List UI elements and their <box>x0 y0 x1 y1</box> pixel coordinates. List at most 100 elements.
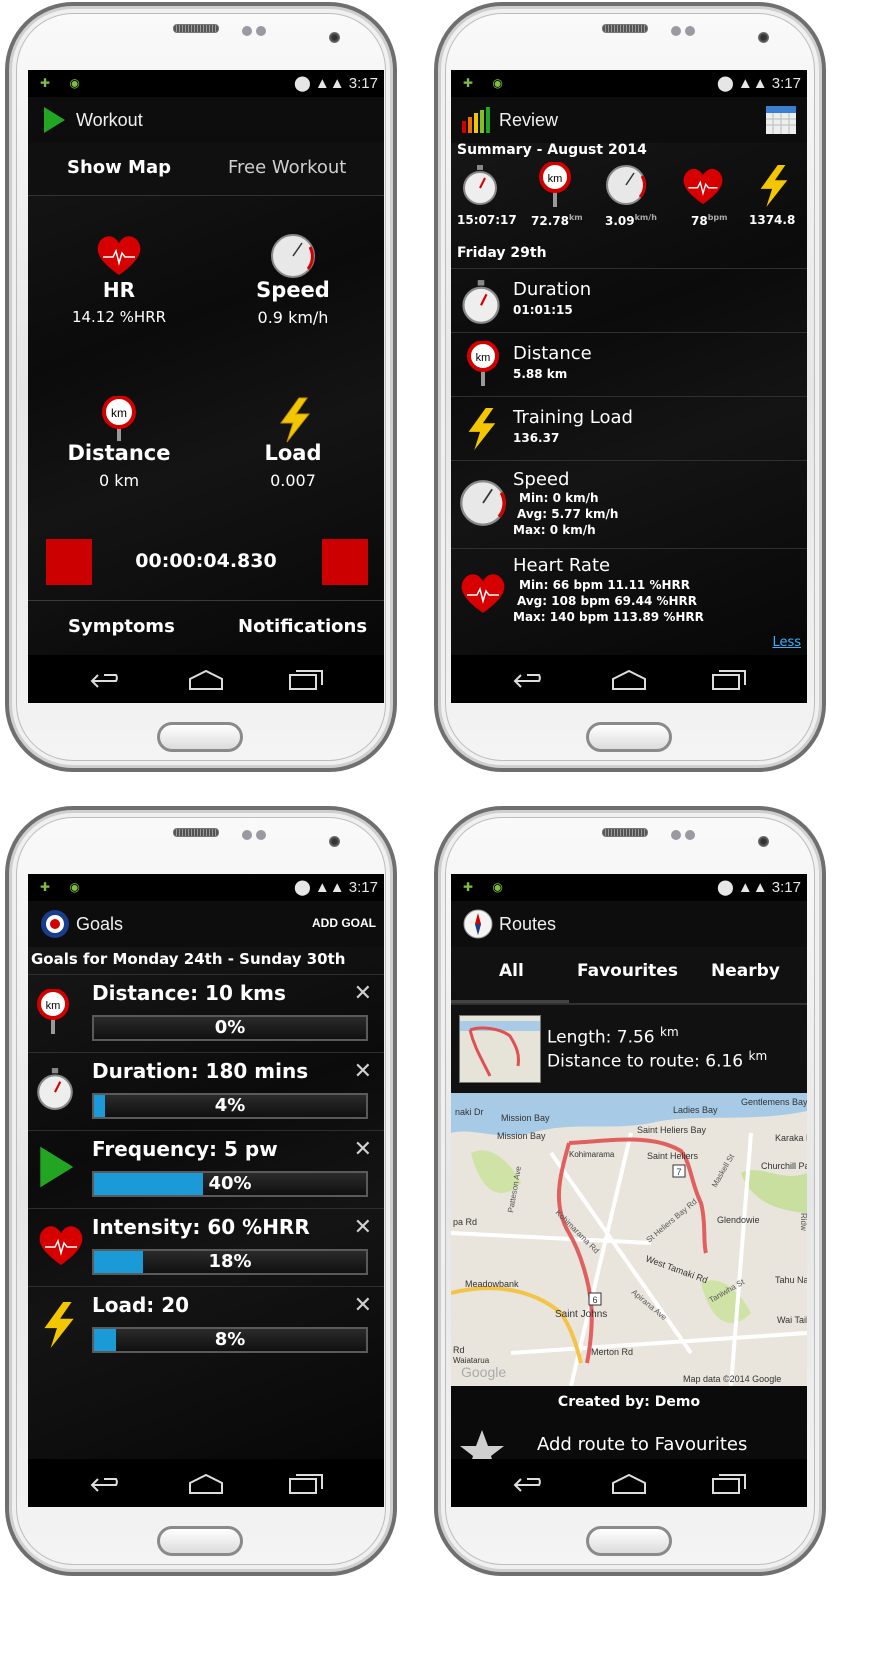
duration-label: Duration <box>513 279 592 300</box>
status-clock: ⬤ ▲▲ 3:17 <box>294 878 378 896</box>
duration-value: 01:01:15 <box>513 303 573 317</box>
calendar-icon[interactable] <box>765 105 797 135</box>
goal-progress-bar: 18% <box>92 1249 368 1275</box>
show-map-button[interactable]: Show Map <box>67 157 171 178</box>
home-icon[interactable] <box>188 1473 224 1495</box>
training-load-label: Training Load <box>513 407 633 428</box>
map-label: Wai Taiki <box>777 1315 807 1325</box>
summary-hr-value: 78 <box>691 214 708 228</box>
summary-speed-unit: km/h <box>634 213 657 222</box>
back-arrow-icon[interactable] <box>90 669 126 691</box>
goal-percent: 4% <box>214 1095 246 1116</box>
map-label: Meadowbank <box>465 1279 519 1289</box>
remove-goal-icon[interactable]: ✕ <box>354 1293 372 1318</box>
goal-percent: 18% <box>208 1251 252 1272</box>
nav-bar <box>451 1459 807 1507</box>
recent-apps-icon[interactable] <box>288 669 324 691</box>
route-length-value: Length: 7.56 <box>547 1027 655 1048</box>
training-load-value: 136.37 <box>513 431 560 445</box>
free-workout-selector[interactable]: Free Workout <box>228 157 346 178</box>
tab-favourites[interactable]: Favourites <box>577 961 678 981</box>
sensor <box>256 26 266 36</box>
heart-icon <box>683 168 723 205</box>
stop-button-right[interactable] <box>322 539 368 585</box>
hr-label: HR <box>102 278 136 302</box>
goal-row: Intensity: 60 %HRR ✕ 18% <box>28 1208 384 1287</box>
map-label: Saint Johns <box>555 1309 607 1320</box>
screen: ✚ ◉ ⬤ ▲▲ 3:17 Routes All Favourites Near… <box>451 874 807 1507</box>
remove-goal-icon[interactable]: ✕ <box>354 1215 372 1240</box>
clock: 3:17 <box>771 879 801 896</box>
divider <box>28 600 384 601</box>
add-goal-button[interactable]: ADD GOAL <box>312 916 376 930</box>
speaker-grille <box>173 24 219 33</box>
play-icon <box>36 1145 76 1193</box>
notifications-button[interactable]: Notifications <box>238 616 367 637</box>
workout-timer: 00:00:04.830 <box>135 550 277 572</box>
remove-goal-icon[interactable]: ✕ <box>354 1137 372 1162</box>
page-title: Routes <box>499 914 557 934</box>
tab-indicator <box>451 1000 569 1003</box>
back-arrow-icon[interactable] <box>90 1473 126 1495</box>
heart-icon <box>461 574 505 613</box>
wifi-signal-icon: ▲▲ <box>314 75 345 92</box>
speed-min: Min: 0 km/h <box>519 491 599 505</box>
home-icon[interactable] <box>188 669 224 691</box>
front-camera <box>329 32 340 43</box>
goal-progress-bar: 4% <box>92 1093 368 1119</box>
sensor <box>671 26 681 36</box>
hardware-home-button[interactable] <box>157 722 243 752</box>
recent-apps-icon[interactable] <box>288 1473 324 1495</box>
remove-goal-icon[interactable]: ✕ <box>354 1059 372 1084</box>
location-icon: ⬤ <box>716 75 734 92</box>
hr-max: Max: 140 bpm 113.89 %HRR <box>513 610 704 624</box>
back-arrow-icon[interactable] <box>513 669 549 691</box>
map-label: Glendowie <box>717 1215 760 1225</box>
speedometer-icon <box>271 234 315 278</box>
star-icon[interactable] <box>459 1428 505 1462</box>
status-bar: ✚ ◉ ⬤ ▲▲ 3:17 <box>451 874 807 901</box>
map-label: Karaka B <box>775 1133 807 1143</box>
summary-distance: 72.78km <box>531 213 583 228</box>
recent-apps-icon[interactable] <box>711 669 747 691</box>
hardware-home-button[interactable] <box>157 1526 243 1556</box>
tab-nearby[interactable]: Nearby <box>711 961 780 981</box>
route-map[interactable]: naki Dr Mission Bay Mission Bay Ladies B… <box>451 1093 807 1386</box>
recent-apps-icon[interactable] <box>711 1473 747 1495</box>
remove-goal-icon[interactable]: ✕ <box>354 981 372 1006</box>
route-item[interactable]: Length: 7.56 km Distance to route: 6.16 … <box>451 1004 807 1093</box>
notification-icons: ✚ ◉ <box>40 76 88 90</box>
map-label: Churchill Park <box>761 1161 807 1171</box>
routes-tabs: All Favourites Nearby <box>451 947 807 1004</box>
notification-icons: ✚ ◉ <box>463 76 511 90</box>
heart-icon <box>97 236 141 275</box>
goal-label: Frequency: 5 pw <box>92 1137 278 1161</box>
less-link[interactable]: Less <box>772 635 801 650</box>
status-clock: ⬤ ▲▲ 3:17 <box>717 74 801 92</box>
distance-label: Distance <box>67 441 171 465</box>
page-title: Goals <box>76 914 124 934</box>
hr-min: Min: 66 bpm 11.11 %HRR <box>519 578 690 592</box>
hardware-home-button[interactable] <box>586 1526 672 1556</box>
speed-avg: Avg: 5.77 km/h <box>517 507 619 521</box>
stopwatch-icon <box>36 1067 74 1115</box>
goal-progress-bar: 8% <box>92 1327 368 1353</box>
stop-button-left[interactable] <box>46 539 92 585</box>
tab-all[interactable]: All <box>499 961 524 981</box>
map-label: Tahu Natur <box>775 1275 807 1285</box>
symptoms-button[interactable]: Symptoms <box>68 616 175 637</box>
km-sign-icon: km <box>102 396 136 441</box>
action-bar: Routes <box>451 901 807 947</box>
sensor <box>242 26 252 36</box>
page-title: Workout <box>76 110 143 130</box>
back-arrow-icon[interactable] <box>513 1473 549 1495</box>
summary-distance-unit: km <box>568 213 583 222</box>
add-to-favourites-button[interactable]: Add route to Favourites <box>537 1434 747 1455</box>
hardware-home-button[interactable] <box>586 722 672 752</box>
status-clock: ⬤ ▲▲ 3:17 <box>717 878 801 896</box>
nav-bar <box>28 1459 384 1507</box>
home-icon[interactable] <box>611 1473 647 1495</box>
home-icon[interactable] <box>611 669 647 691</box>
location-icon: ⬤ <box>716 879 734 896</box>
compass-icon <box>463 909 493 939</box>
